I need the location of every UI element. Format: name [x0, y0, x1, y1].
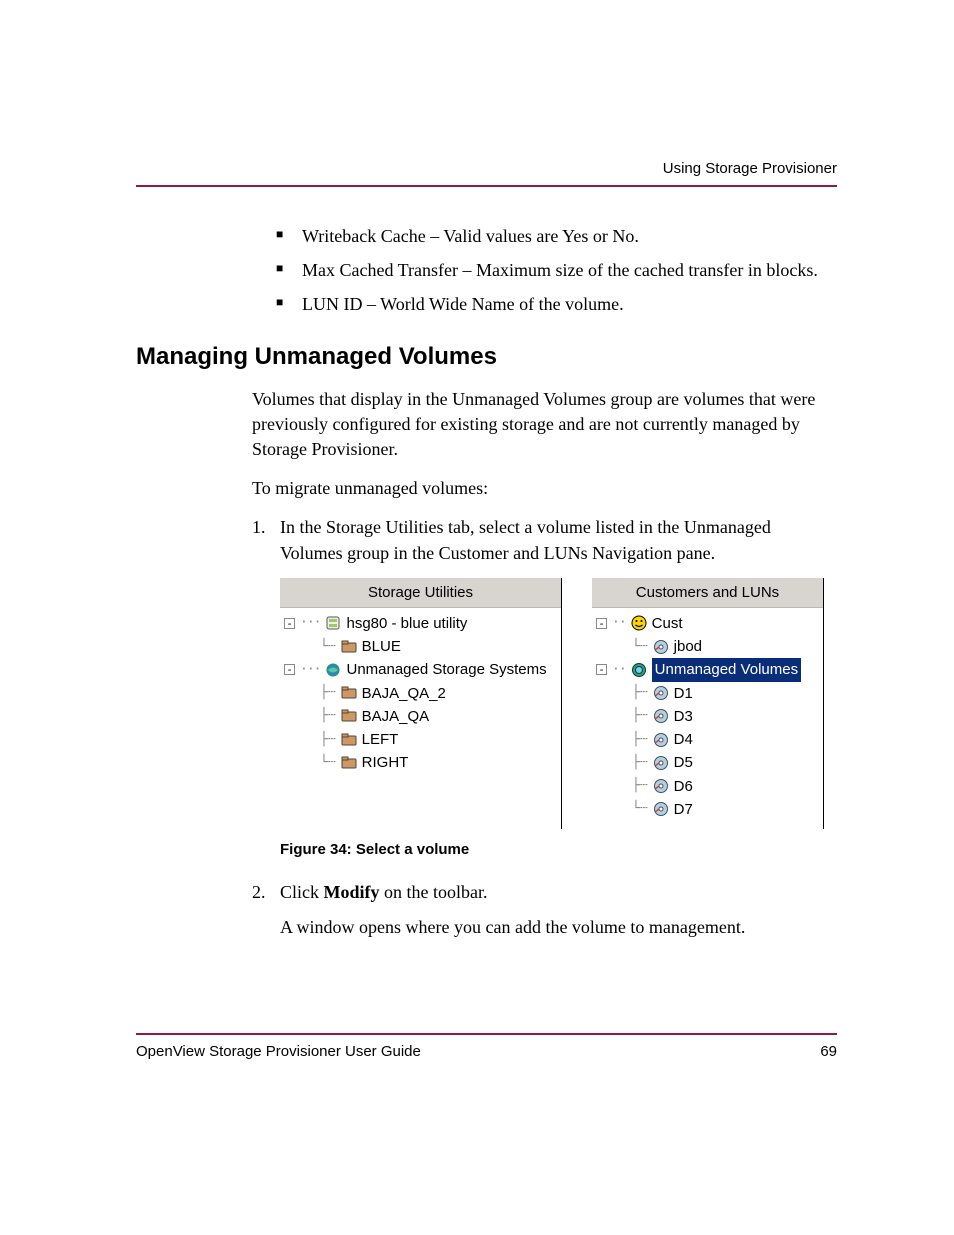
- tree: - ··· hsg80 - blue utility └┄ BLUE: [280, 608, 561, 783]
- folder-icon: [341, 686, 357, 701]
- tree-node-cust[interactable]: - ·· Cust: [592, 612, 819, 635]
- tree-node-hsg80[interactable]: - ··· hsg80 - blue utility: [280, 612, 557, 635]
- figure-34: Storage Utilities - ··· hsg80 - blue uti…: [280, 578, 837, 829]
- collapse-icon[interactable]: -: [596, 618, 607, 629]
- running-header: Using Storage Provisioner: [136, 160, 837, 177]
- bullet-list: Writeback Cache – Valid values are Yes o…: [276, 223, 837, 319]
- bullet-item: Max Cached Transfer – Maximum size of th…: [276, 257, 837, 285]
- tree-label: D1: [674, 682, 693, 705]
- tree-label: LEFT: [362, 728, 399, 751]
- tree-node-d5[interactable]: ├┄ D5: [592, 751, 819, 774]
- step-text-part: on the toolbar.: [380, 882, 488, 902]
- figure-caption: Figure 34: Select a volume: [280, 839, 837, 860]
- tree-node-d3[interactable]: ├┄ D3: [592, 705, 819, 728]
- storage-utilities-panel: Storage Utilities - ··· hsg80 - blue uti…: [280, 578, 562, 829]
- disk-icon: [653, 779, 669, 794]
- folder-icon: [341, 755, 357, 770]
- tree-node-baja-qa[interactable]: ├┄ BAJA_QA: [280, 705, 557, 728]
- tree-label: D6: [674, 775, 693, 798]
- step-item: In the Storage Utilities tab, select a v…: [252, 515, 837, 860]
- tree-node-blue[interactable]: └┄ BLUE: [280, 635, 557, 658]
- tree-node-left[interactable]: ├┄ LEFT: [280, 728, 557, 751]
- folder-icon: [341, 732, 357, 747]
- tree-node-d4[interactable]: ├┄ D4: [592, 728, 819, 751]
- tree-node-d6[interactable]: ├┄ D6: [592, 775, 819, 798]
- tree-node-d1[interactable]: ├┄ D1: [592, 682, 819, 705]
- disk-icon: [653, 639, 669, 654]
- bullet-item: LUN ID – World Wide Name of the volume.: [276, 291, 837, 319]
- tree-node-unmanaged-systems[interactable]: - ··· Unmanaged Storage Systems: [280, 658, 557, 681]
- customers-luns-panel: Customers and LUNs - ·· Cust └┄: [592, 578, 824, 829]
- tree-node-baja-qa-2[interactable]: ├┄ BAJA_QA_2: [280, 682, 557, 705]
- panel-header: Customers and LUNs: [592, 578, 823, 608]
- disk-icon: [653, 755, 669, 770]
- footer-title: OpenView Storage Provisioner User Guide: [136, 1043, 421, 1060]
- tree: - ·· Cust └┄ jbod -: [592, 608, 823, 829]
- disk-icon: [653, 686, 669, 701]
- tree-label: RIGHT: [362, 751, 409, 774]
- tree-label: Cust: [652, 612, 683, 635]
- tree-label: D5: [674, 751, 693, 774]
- tree-label: D7: [674, 798, 693, 821]
- collapse-icon[interactable]: -: [284, 664, 295, 675]
- step-text: In the Storage Utilities tab, select a v…: [280, 517, 771, 562]
- step-text-part: Click: [280, 882, 324, 902]
- panel-header: Storage Utilities: [280, 578, 561, 608]
- tree-label: BAJA_QA: [362, 705, 430, 728]
- page-number: 69: [820, 1043, 837, 1060]
- tree-node-unmanaged-volumes[interactable]: - ·· Unmanaged Volumes: [592, 658, 819, 681]
- folder-icon: [341, 639, 357, 654]
- bullet-item: Writeback Cache – Valid values are Yes o…: [276, 223, 837, 251]
- tree-label: BLUE: [362, 635, 401, 658]
- collapse-icon[interactable]: -: [596, 664, 607, 675]
- folder-icon: [341, 709, 357, 724]
- tree-label: D3: [674, 705, 693, 728]
- collapse-icon[interactable]: -: [284, 618, 295, 629]
- tree-label: hsg80 - blue utility: [346, 612, 467, 635]
- header-rule: [136, 185, 837, 187]
- paragraph: Volumes that display in the Unmanaged Vo…: [252, 387, 837, 463]
- tree-label: Unmanaged Storage Systems: [346, 658, 546, 681]
- tree-label: jbod: [674, 635, 702, 658]
- disk-icon: [653, 732, 669, 747]
- paragraph: To migrate unmanaged volumes:: [252, 476, 837, 501]
- step-item: Click Modify on the toolbar. A window op…: [252, 880, 837, 940]
- globe-blue-icon: [631, 662, 647, 677]
- tree-node-right[interactable]: └┄ RIGHT: [280, 751, 557, 774]
- step-subtext: A window opens where you can add the vol…: [280, 915, 837, 940]
- tree-label: D4: [674, 728, 693, 751]
- tree-node-jbod[interactable]: └┄ jbod: [592, 635, 819, 658]
- page-footer: OpenView Storage Provisioner User Guide …: [136, 1033, 837, 1060]
- tree-label-selected: Unmanaged Volumes: [652, 658, 801, 681]
- disk-icon: [653, 709, 669, 724]
- step-text-bold: Modify: [324, 882, 380, 902]
- disk-icon: [653, 802, 669, 817]
- footer-rule: [136, 1033, 837, 1035]
- tree-node-d7[interactable]: └┄ D7: [592, 798, 819, 821]
- section-heading: Managing Unmanaged Volumes: [136, 343, 837, 371]
- server-icon: [325, 616, 341, 631]
- step-list: In the Storage Utilities tab, select a v…: [252, 515, 837, 940]
- globe-icon: [325, 662, 341, 677]
- tree-label: BAJA_QA_2: [362, 682, 446, 705]
- smiley-icon: [631, 616, 647, 631]
